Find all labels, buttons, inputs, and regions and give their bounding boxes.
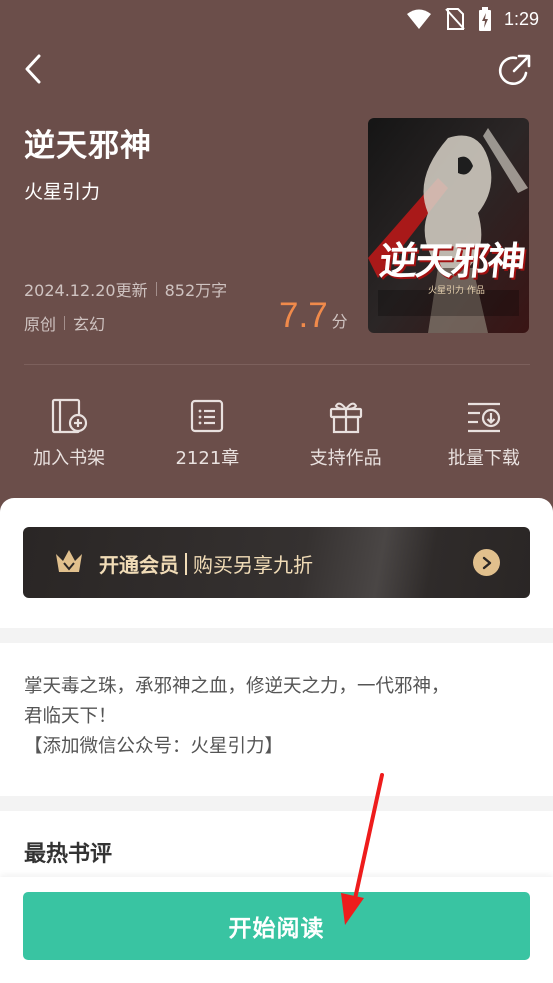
book-rating: 7.7 分 <box>279 296 348 336</box>
no-sim-icon <box>445 8 465 30</box>
book-author[interactable]: 火星引力 <box>24 177 100 204</box>
support-work-button[interactable]: 支持作品 <box>277 396 415 476</box>
wifi-icon <box>406 9 431 29</box>
batch-download-button[interactable]: 批量下载 <box>415 396 553 476</box>
rating-value: 7.7 <box>279 296 328 335</box>
add-to-bookshelf-button[interactable]: 加入书架 <box>0 396 138 476</box>
vip-separator <box>185 552 187 575</box>
book-meta-update: 2024.12.20更新 852万字 <box>24 277 227 301</box>
cover-artwork <box>368 118 529 333</box>
rating-unit: 分 <box>331 312 348 331</box>
share-button[interactable] <box>495 52 533 90</box>
book-meta-category: 原创 玄幻 <box>24 311 105 335</box>
vip-offer-label: 购买另享九折 <box>193 553 313 577</box>
add-bookshelf-icon <box>52 398 88 434</box>
back-button[interactable] <box>16 52 50 86</box>
chapter-list-button[interactable]: 2121章 <box>138 396 276 476</box>
action-label: 加入书架 <box>33 448 106 469</box>
book-origin: 原创 <box>24 315 57 334</box>
cover-author: 火星引力 作品 <box>428 286 485 296</box>
battery-charging-icon <box>478 7 491 31</box>
action-label: 批量下载 <box>447 448 520 469</box>
cover-title: 逆天邪神 <box>377 238 527 283</box>
chevron-left-icon <box>25 54 41 84</box>
hot-reviews-title: 最热书评 <box>24 842 113 867</box>
section-gap <box>0 628 553 643</box>
action-label: 支持作品 <box>309 448 382 469</box>
crown-icon <box>56 550 82 572</box>
status-time: 1:29 <box>503 8 539 29</box>
gift-icon <box>329 402 362 434</box>
section-gap <box>0 796 553 811</box>
meta-divider <box>155 282 157 296</box>
vip-strong-label: 开通会员 <box>99 553 179 577</box>
book-title: 逆天邪神 <box>24 128 152 164</box>
vip-text: 开通会员 购买另享九折 <box>99 549 313 578</box>
update-date: 2024.12.20更新 <box>24 281 148 300</box>
vip-banner[interactable]: 开通会员 购买另享九折 <box>23 527 530 598</box>
book-genre: 玄幻 <box>73 315 106 334</box>
book-cover[interactable]: 逆天邪神 火星引力 作品 <box>368 118 529 333</box>
word-count: 852万字 <box>164 281 228 300</box>
download-icon <box>467 402 500 433</box>
meta-divider <box>64 316 66 330</box>
action-label: 2121章 <box>175 448 240 469</box>
header-divider <box>24 364 530 365</box>
intro-line: 君临天下！ <box>24 706 117 727</box>
action-row: 加入书架 2121章 支持作品 批量下载 <box>0 396 553 476</box>
intro-line: 【添加微信公众号：火星引力】 <box>24 736 284 757</box>
share-icon <box>498 54 531 85</box>
status-bar: 1:29 <box>0 0 553 38</box>
start-reading-button[interactable]: 开始阅读 <box>23 892 530 960</box>
vip-arrow-button[interactable] <box>473 549 500 576</box>
chapter-list-icon <box>191 399 224 433</box>
intro-line: 掌天毒之珠，承邪神之血，修逆天之力，一代邪神， <box>24 676 450 697</box>
book-intro[interactable]: 掌天毒之珠，承邪神之血，修逆天之力，一代邪神， 君临天下！ 【添加微信公众号：火… <box>24 672 534 762</box>
chevron-right-icon <box>482 556 491 569</box>
